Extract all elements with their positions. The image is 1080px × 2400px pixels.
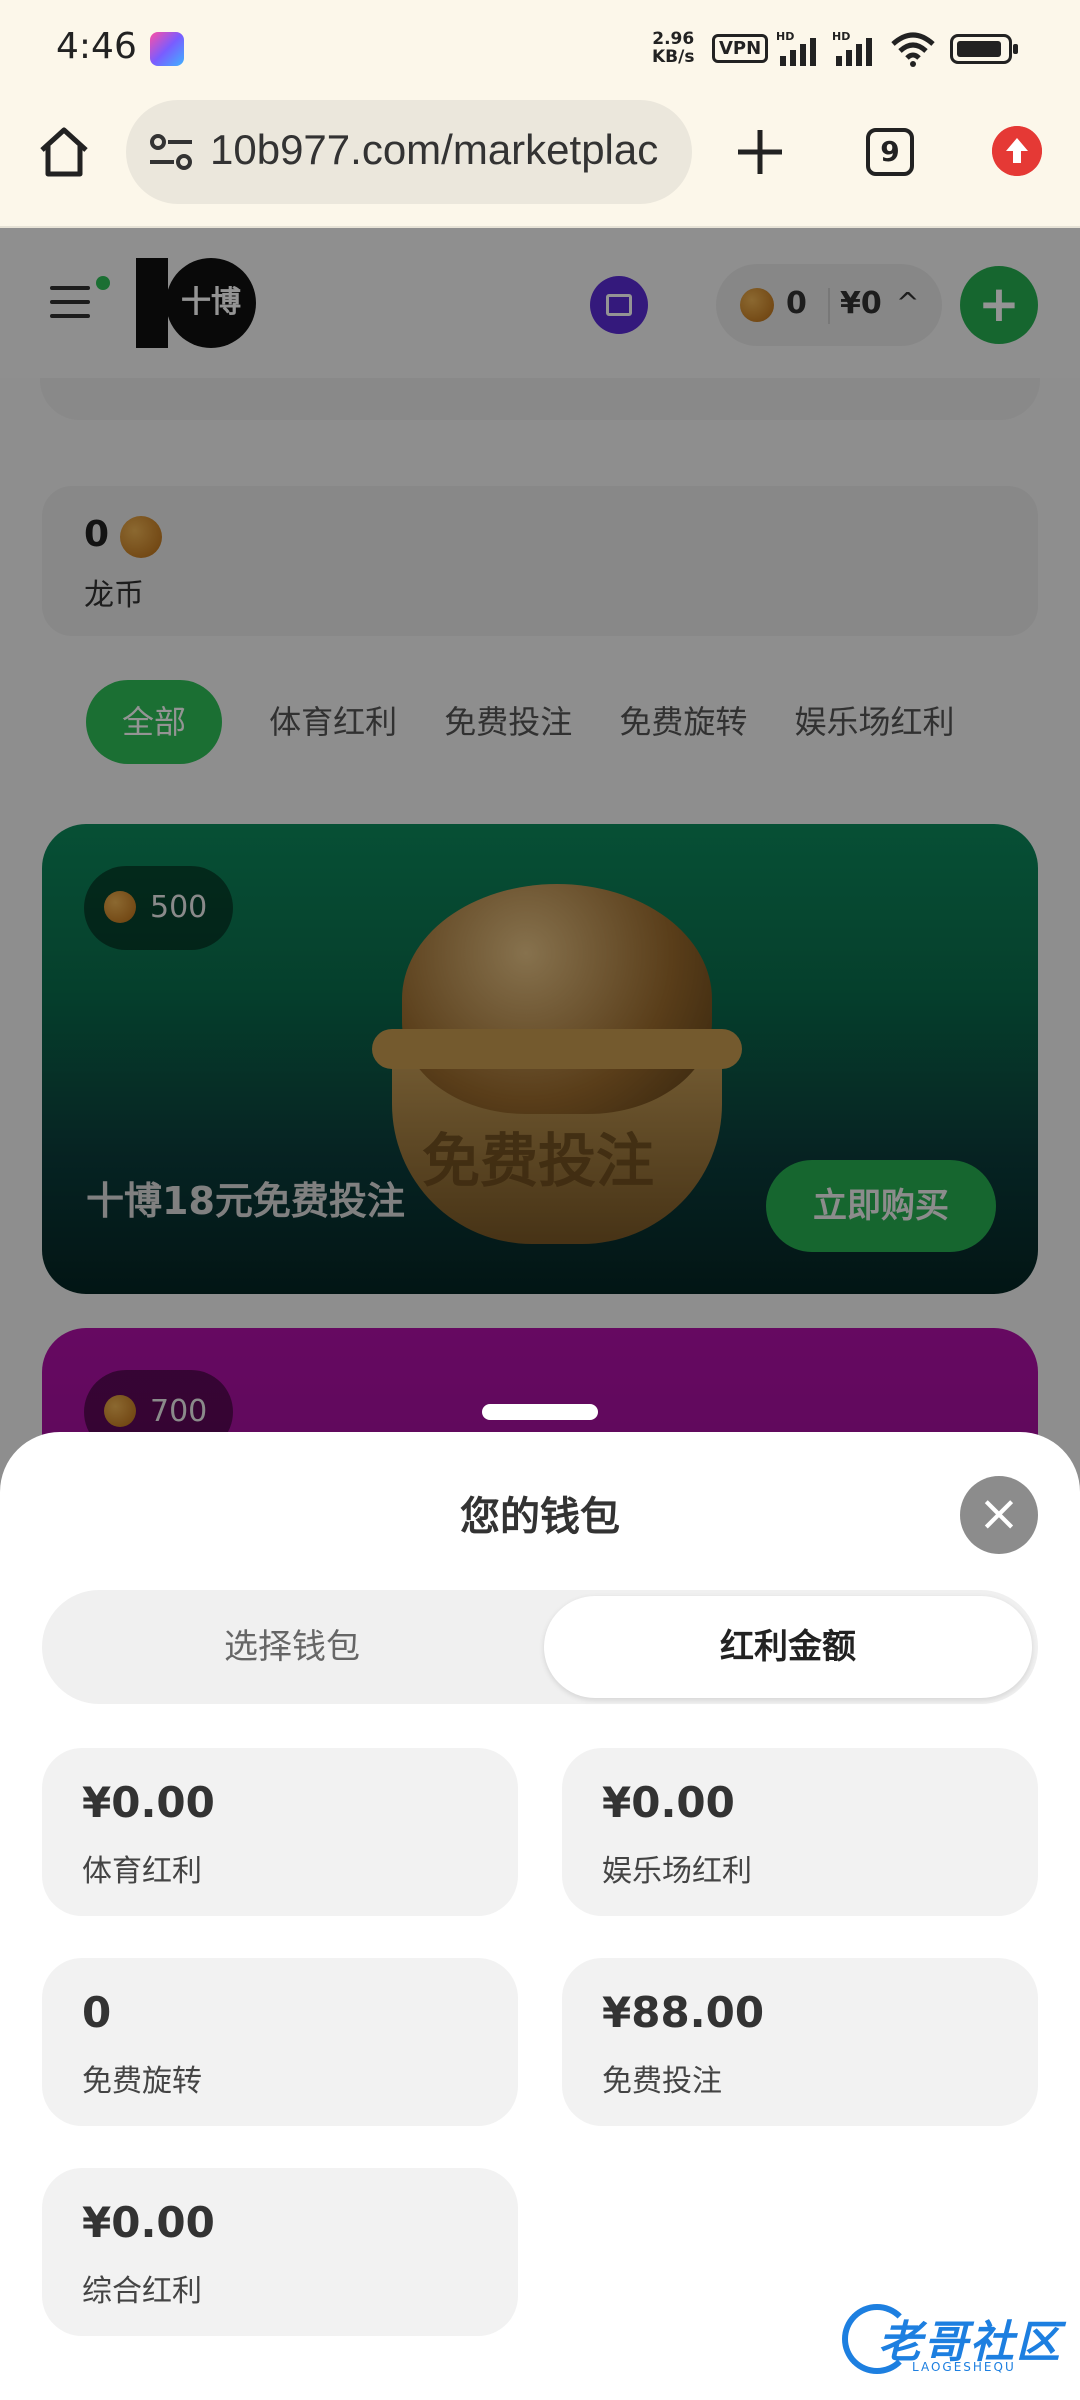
network-speed-value: 2.96	[652, 29, 695, 49]
battery-icon	[950, 34, 1018, 64]
bonus-label: 体育红利	[82, 1854, 202, 1889]
wallet-sheet: 您的钱包 × 选择钱包 红利金额 ¥0.00 体育红利 ¥0.00 娱乐场红利 …	[0, 1432, 1080, 2400]
bonus-amount: ¥88.00	[602, 1988, 765, 2037]
bonus-amount: ¥0.00	[82, 2198, 215, 2247]
app-notification-icon	[150, 32, 184, 66]
bonus-card-free-spins: 0 免费旋转	[42, 1958, 518, 2126]
status-bar: 4:46 2.96 KB/s VPN HD HD	[0, 0, 1080, 96]
bonus-label: 免费旋转	[82, 2064, 202, 2099]
watermark-subtext: LAOGESHEQU	[912, 2360, 1016, 2374]
bonus-label: 综合红利	[82, 2274, 202, 2309]
bonus-amount: 0	[82, 1988, 112, 2037]
vpn-icon: VPN	[712, 34, 769, 63]
close-button[interactable]: ×	[960, 1476, 1038, 1554]
tab-bonus-amount[interactable]: 红利金额	[544, 1596, 1032, 1698]
bonus-card-general: ¥0.00 综合红利	[42, 2168, 518, 2336]
home-icon[interactable]	[34, 122, 94, 182]
svg-text:HD: HD	[832, 30, 850, 43]
site-settings-icon[interactable]	[148, 130, 194, 174]
bonus-card-sports: ¥0.00 体育红利	[42, 1748, 518, 1916]
close-icon: ×	[978, 1484, 1020, 1542]
network-speed: 2.96 KB/s	[652, 30, 694, 66]
url-text[interactable]: 10b977.com/marketplac	[210, 126, 658, 174]
bonus-label: 免费投注	[602, 2064, 722, 2099]
bonus-label: 娱乐场红利	[602, 1854, 752, 1889]
new-tab-icon[interactable]	[730, 122, 790, 182]
signal-icon: HD	[776, 30, 816, 66]
bonus-amount: ¥0.00	[82, 1778, 215, 1827]
upload-icon[interactable]	[992, 126, 1042, 176]
bonus-amount: ¥0.00	[602, 1778, 735, 1827]
watermark-logo: 老哥社区 LAOGESHEQU	[842, 2300, 1064, 2380]
tab-switcher-button[interactable]: 9	[866, 128, 914, 176]
wifi-icon	[891, 32, 935, 67]
sheet-title: 您的钱包	[460, 1494, 620, 1540]
network-speed-unit: KB/s	[652, 47, 695, 67]
signal-icon: HD	[832, 30, 872, 66]
status-time: 4:46	[56, 26, 137, 67]
browser-toolbar: 10b977.com/marketplac 9	[0, 96, 1080, 228]
bonus-card-free-bet: ¥88.00 免费投注	[562, 1958, 1038, 2126]
sheet-drag-handle[interactable]	[482, 1404, 598, 1420]
address-bar[interactable]: 10b977.com/marketplac	[126, 100, 692, 204]
svg-text:HD: HD	[776, 30, 794, 43]
wallet-segmented-control: 选择钱包 红利金额	[42, 1590, 1038, 1704]
bonus-card-casino: ¥0.00 娱乐场红利	[562, 1748, 1038, 1916]
tab-select-wallet[interactable]: 选择钱包	[48, 1596, 536, 1698]
